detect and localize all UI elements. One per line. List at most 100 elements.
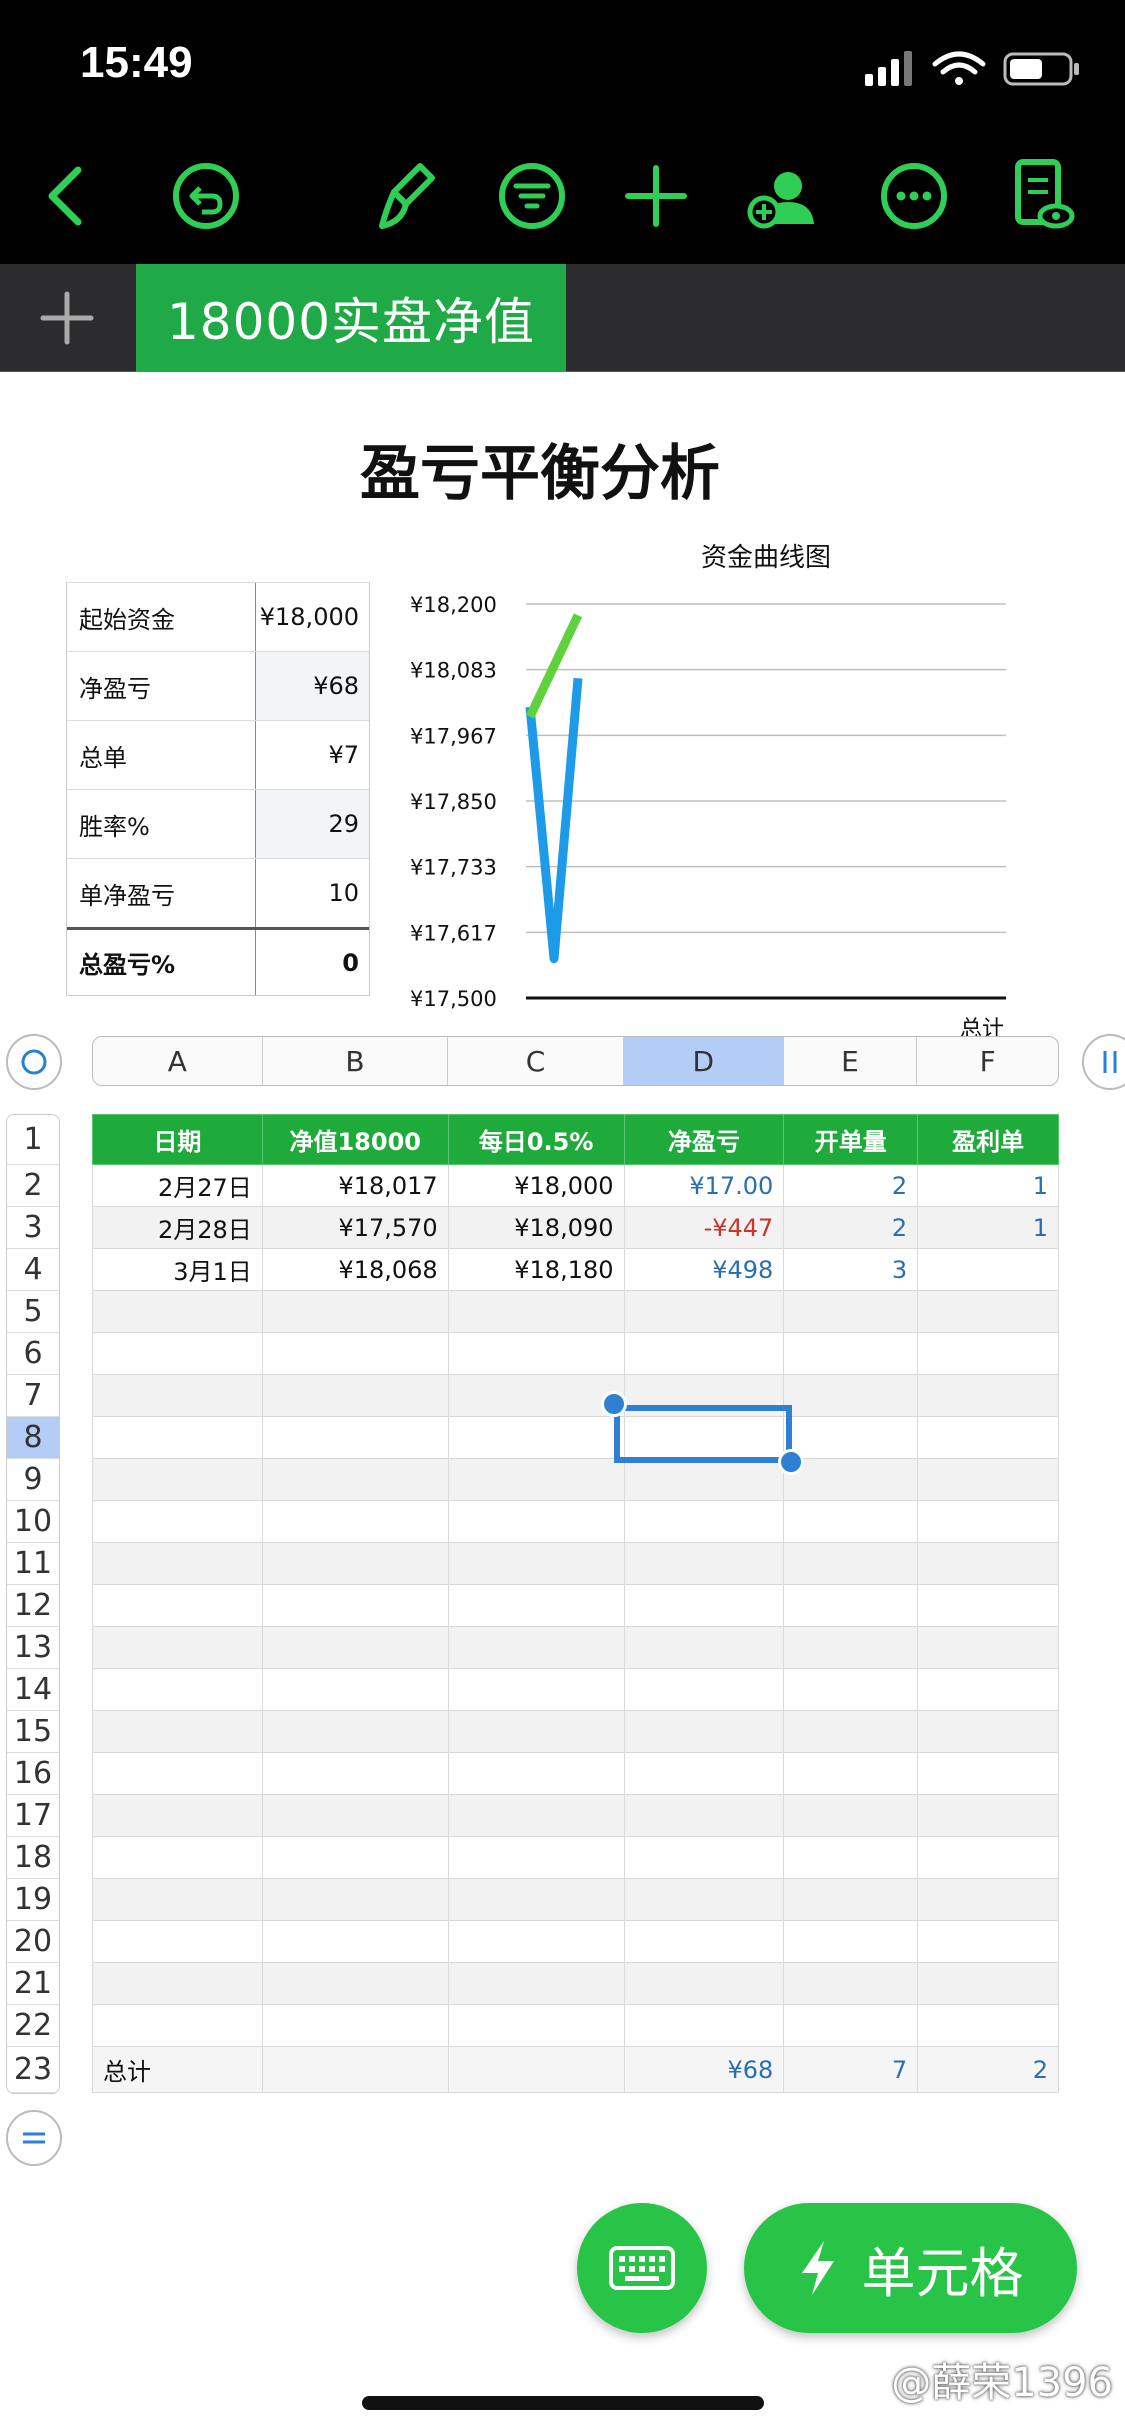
table-cell[interactable] — [917, 1752, 1059, 1795]
table-cell[interactable] — [917, 1920, 1059, 1963]
table-cell[interactable] — [261, 1668, 449, 1711]
table-cell[interactable]: ¥18,000 — [447, 1164, 625, 1207]
reading-view-button[interactable] — [994, 150, 1086, 242]
table-cell[interactable] — [261, 1332, 449, 1375]
table-cell[interactable]: ¥18,017 — [261, 1164, 449, 1207]
summary-row[interactable]: 净盈亏 ¥68 — [67, 651, 369, 720]
table-cell[interactable] — [261, 1416, 449, 1459]
table-cell[interactable] — [261, 1500, 449, 1543]
sort-filter-button[interactable] — [486, 150, 578, 242]
column-header-f[interactable]: F — [917, 1037, 1058, 1085]
select-all-button[interactable] — [6, 1034, 62, 1090]
table-cell[interactable] — [92, 1584, 263, 1627]
table-cell[interactable] — [92, 1836, 263, 1879]
table-cell[interactable] — [917, 1962, 1059, 2005]
selection-handle-end[interactable] — [778, 1449, 804, 1475]
row-header-20[interactable]: 20 — [7, 1921, 59, 1963]
row-header-21[interactable]: 21 — [7, 1963, 59, 2005]
table-cell[interactable] — [261, 1374, 449, 1417]
row-header-12[interactable]: 12 — [7, 1585, 59, 1627]
table-cell[interactable] — [447, 1668, 625, 1711]
table-cell[interactable] — [447, 1332, 625, 1375]
table-handle-button[interactable] — [6, 2110, 62, 2166]
row-header-15[interactable]: 15 — [7, 1711, 59, 1753]
table-cell[interactable] — [447, 1962, 625, 2005]
table-cell[interactable]: 3月1日 — [92, 1248, 263, 1291]
table-cell[interactable] — [783, 1920, 919, 1963]
table-cell[interactable]: 1 — [917, 1164, 1059, 1207]
row-header-3[interactable]: 3 — [7, 1207, 59, 1249]
table-footer-cell[interactable] — [261, 2046, 449, 2093]
table-cell[interactable] — [783, 2004, 919, 2047]
table-cell[interactable] — [92, 1878, 263, 1921]
table-cell[interactable] — [783, 1332, 919, 1375]
table-cell[interactable] — [783, 1626, 919, 1669]
cell-actions-button[interactable]: 单元格 — [744, 2203, 1077, 2333]
table-footer-cell[interactable]: 总计 — [92, 2046, 263, 2093]
table-cell[interactable] — [447, 2004, 625, 2047]
table-cell[interactable] — [261, 1584, 449, 1627]
table-cell[interactable] — [447, 1584, 625, 1627]
table-cell[interactable]: ¥17.00 — [623, 1164, 785, 1207]
table-cell[interactable] — [92, 1710, 263, 1753]
row-header-17[interactable]: 17 — [7, 1795, 59, 1837]
table-cell[interactable] — [623, 1752, 785, 1795]
table-cell[interactable]: 3 — [783, 1248, 919, 1291]
table-cell[interactable] — [447, 1836, 625, 1879]
column-header-a[interactable]: A — [93, 1037, 263, 1085]
table-cell[interactable] — [261, 1962, 449, 2005]
table-footer-cell[interactable]: ¥68 — [623, 2046, 785, 2093]
table-cell[interactable] — [261, 1458, 449, 1501]
table-cell[interactable] — [92, 1374, 263, 1417]
table-cell[interactable] — [261, 1710, 449, 1753]
table-cell[interactable] — [783, 1752, 919, 1795]
table-cell[interactable] — [447, 1290, 625, 1333]
table-cell[interactable] — [783, 1584, 919, 1627]
table-cell[interactable] — [917, 1710, 1059, 1753]
table-cell[interactable] — [917, 1878, 1059, 1921]
summary-row[interactable]: 单净盈亏 10 — [67, 858, 369, 927]
row-header-14[interactable]: 14 — [7, 1669, 59, 1711]
column-handle-button[interactable] — [1082, 1034, 1125, 1090]
table-cell[interactable] — [623, 1962, 785, 2005]
table-cell[interactable]: 2月28日 — [92, 1206, 263, 1249]
table-cell[interactable] — [447, 1710, 625, 1753]
table-cell[interactable] — [92, 1416, 263, 1459]
table-cell[interactable] — [623, 1542, 785, 1585]
table-cell[interactable] — [92, 1962, 263, 2005]
table-header-cell[interactable]: 净值18000 — [261, 1114, 449, 1165]
table-cell[interactable] — [261, 1752, 449, 1795]
table-cell[interactable] — [261, 1542, 449, 1585]
table-cell[interactable] — [783, 1500, 919, 1543]
summary-table[interactable]: 起始资金 ¥18,000 净盈亏 ¥68 总单 ¥7 胜率% 29 单净盈亏 10 总盈亏% 0 — [66, 582, 370, 996]
cell-selection[interactable] — [614, 1405, 792, 1463]
table-cell[interactable] — [92, 1920, 263, 1963]
table-cell[interactable] — [783, 1374, 919, 1417]
summary-row[interactable]: 总单 ¥7 — [67, 720, 369, 789]
table-footer-cell[interactable]: 2 — [917, 2046, 1059, 2093]
table-cell[interactable] — [447, 1626, 625, 1669]
table-cell[interactable] — [447, 1416, 625, 1459]
table-cell[interactable] — [92, 1752, 263, 1795]
row-header-19[interactable]: 19 — [7, 1879, 59, 1921]
row-header-16[interactable]: 16 — [7, 1753, 59, 1795]
table-cell[interactable] — [92, 1290, 263, 1333]
table-cell[interactable] — [447, 1374, 625, 1417]
table-cell[interactable] — [917, 1626, 1059, 1669]
table-cell[interactable] — [447, 1500, 625, 1543]
keyboard-button[interactable] — [577, 2203, 707, 2333]
table-cell[interactable] — [917, 1584, 1059, 1627]
sheet-tab-active[interactable]: 18000实盘净值 — [136, 264, 566, 372]
table-cell[interactable] — [261, 1836, 449, 1879]
table-cell[interactable] — [917, 1542, 1059, 1585]
row-header-5[interactable]: 5 — [7, 1291, 59, 1333]
table-cell[interactable] — [917, 1416, 1059, 1459]
column-header-c[interactable]: C — [448, 1037, 624, 1085]
back-button[interactable] — [22, 150, 114, 242]
table-cell[interactable] — [623, 1458, 785, 1501]
table-cell[interactable]: 2 — [783, 1164, 919, 1207]
row-header-8[interactable]: 8 — [7, 1417, 59, 1459]
table-cell[interactable] — [783, 1962, 919, 2005]
table-cell[interactable] — [92, 1500, 263, 1543]
table-cell[interactable] — [917, 1794, 1059, 1837]
